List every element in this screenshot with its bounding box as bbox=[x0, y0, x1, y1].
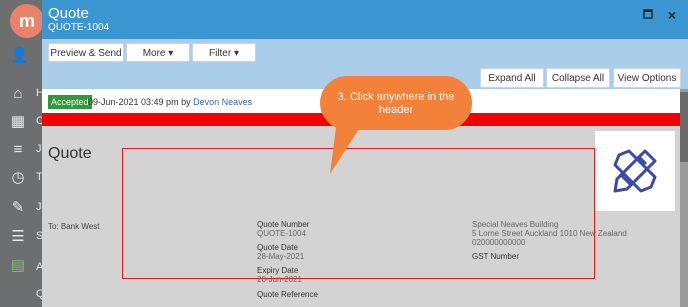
more-button[interactable]: More ▾ bbox=[126, 43, 190, 62]
modal-toolbar: Preview & Send ▾ More ▾ Filter ▾ bbox=[42, 39, 688, 78]
quote-reference-label: Quote Reference bbox=[257, 290, 318, 299]
wrench-icon[interactable]: ✎ bbox=[10, 200, 26, 216]
calendar-icon[interactable]: ▦ bbox=[10, 114, 26, 130]
maximize-icon[interactable] bbox=[640, 7, 656, 23]
status-text: 09-Jun-2021 03:49 pm by Devon Neaves bbox=[88, 97, 252, 107]
collapse-all-button[interactable]: Collapse All bbox=[546, 68, 610, 88]
modal-subtitle: QUOTE-1004 bbox=[48, 22, 110, 33]
document-heading: Quote bbox=[48, 145, 92, 162]
status-user-link[interactable]: Devon Neaves bbox=[193, 97, 252, 107]
status-timestamp: 09-Jun-2021 03:49 pm by bbox=[88, 97, 191, 107]
home-icon[interactable]: ⌂ bbox=[10, 86, 26, 102]
close-icon[interactable]: × bbox=[664, 7, 680, 23]
filter-label: Filter bbox=[208, 48, 232, 59]
caret-down-icon: ▾ bbox=[168, 48, 174, 59]
status-badge: Accepted bbox=[48, 95, 92, 109]
scrollbar-thumb[interactable] bbox=[680, 92, 688, 162]
view-options-label: View Options bbox=[617, 73, 677, 84]
clock-icon[interactable]: ◷ bbox=[10, 170, 26, 186]
more-label: More bbox=[142, 48, 166, 59]
preview-send-label: Preview & Send bbox=[50, 48, 122, 59]
design-tools-icon bbox=[613, 149, 657, 193]
recipient-text: To: Bank West bbox=[48, 222, 100, 231]
list-icon[interactable]: ≡ bbox=[10, 142, 26, 158]
expand-all-button[interactable]: Expand All bbox=[480, 68, 544, 88]
app-sidebar: m 👤 ⌂ H ▦ C ≡ Jo ◷ Ti ✎ Jo ☰ Sa ▤ A Q bbox=[0, 0, 49, 307]
company-logo-card bbox=[595, 131, 675, 211]
app-logo[interactable]: m bbox=[10, 4, 44, 38]
checklist-icon[interactable]: ☰ bbox=[10, 229, 26, 245]
preview-send-button[interactable]: Preview & Send ▾ bbox=[48, 43, 124, 78]
modal-title: Quote bbox=[48, 5, 89, 22]
filter-button[interactable]: Filter ▾ bbox=[192, 43, 256, 62]
view-options-button[interactable]: View Options ▾ bbox=[613, 68, 681, 104]
document-icon[interactable]: ▤ bbox=[10, 258, 26, 274]
callout-bubble: 3. Click anywhere in the header bbox=[320, 76, 472, 130]
user-icon[interactable]: 👤 bbox=[10, 48, 29, 64]
modal-header[interactable]: Quote QUOTE-1004 × bbox=[42, 0, 688, 39]
caret-down-icon: ▾ bbox=[233, 48, 240, 59]
